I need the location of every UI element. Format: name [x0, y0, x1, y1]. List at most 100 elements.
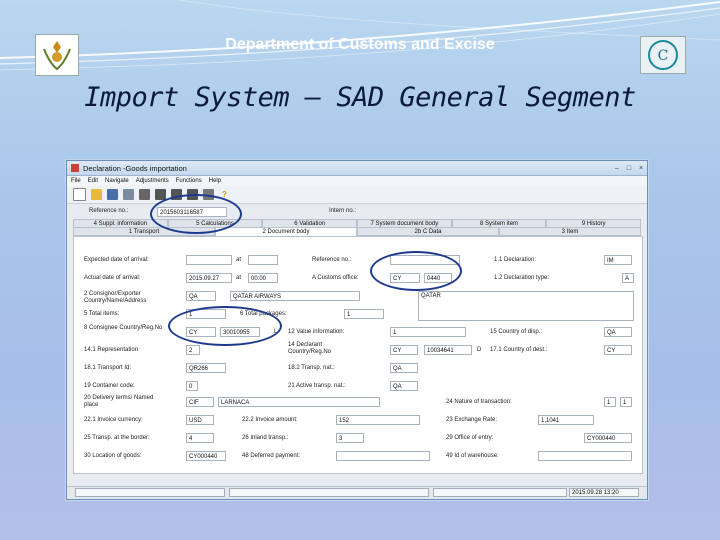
window-titlebar: Declaration -Goods importation – □ ×: [67, 161, 647, 176]
declarant-country-field[interactable]: CY: [390, 345, 418, 355]
consignor-address-field[interactable]: QATAR: [418, 291, 634, 321]
menu-file[interactable]: File: [71, 178, 81, 184]
value-info-label: 12 Value information:: [288, 329, 345, 335]
department-title: Department of Customs and Excise: [225, 36, 495, 53]
transport-nat-field[interactable]: QA: [390, 363, 418, 373]
status-cell-1: [75, 488, 225, 497]
invoice-currency-label: 22.1 Invoice currency:: [84, 417, 143, 423]
open-folder-icon[interactable]: [91, 189, 102, 200]
declaration-type-label: 1.2 Declaration type:: [494, 275, 550, 281]
slide-title: Import System – SAD General Segment: [84, 82, 636, 113]
actual-arrival-date-field[interactable]: 2015.09.27: [186, 273, 232, 283]
declaration-field[interactable]: IM: [604, 255, 632, 265]
transp-border-field[interactable]: 4: [186, 433, 214, 443]
minimize-icon[interactable]: –: [611, 165, 623, 172]
primary-tabs: 1 Transport 2 Document body 2b C Data 3 …: [73, 227, 641, 236]
new-document-icon[interactable]: [73, 188, 86, 201]
country-disp-label: 15 Country of disp.:: [490, 329, 543, 335]
actual-arrival-label: Actual date of arrival:: [84, 275, 141, 281]
app-icon: [71, 164, 79, 172]
svg-text:C: C: [658, 48, 669, 64]
tab-validation[interactable]: 6 Validation: [262, 219, 358, 227]
nature-transaction-field-2[interactable]: 1: [620, 397, 632, 407]
window-title: Declaration -Goods importation: [83, 163, 187, 173]
menu-edit[interactable]: Edit: [88, 178, 98, 184]
highlight-oval-reference: [150, 194, 242, 234]
customs-office-label: A Customs office:: [312, 275, 359, 281]
container-label: 19 Container code:: [84, 383, 135, 389]
declaration-type-field[interactable]: A: [622, 273, 634, 283]
country-dest-label: 17.1 Country of dest.:: [490, 347, 548, 353]
country-disp-field[interactable]: QA: [604, 327, 632, 337]
expected-arrival-date-field[interactable]: [186, 255, 232, 265]
declarant-label: 14 Declarant Country/Reg.No: [288, 342, 332, 355]
transport-id-field[interactable]: QR266: [186, 363, 226, 373]
active-transp-field[interactable]: QA: [390, 381, 418, 391]
reference-label: Reference no.:: [89, 208, 129, 214]
delivery-terms-label: 20 Delivery terms/ Named place: [84, 395, 154, 408]
tab-system-item[interactable]: 8 System item: [451, 219, 547, 227]
declaration-label: 1.1 Declaration:: [494, 257, 537, 263]
invoice-currency-field[interactable]: USD: [186, 415, 214, 425]
total-packages-field[interactable]: 1: [344, 309, 384, 319]
actual-arrival-time-field[interactable]: 00:00: [248, 273, 278, 283]
at-label-2: at: [236, 275, 242, 281]
invoice-amount-field[interactable]: 152: [336, 415, 420, 425]
save-as-icon[interactable]: [123, 189, 134, 200]
value-info-field[interactable]: 1: [390, 327, 466, 337]
menu-functions[interactable]: Functions: [176, 178, 202, 184]
country-dest-field[interactable]: CY: [604, 345, 632, 355]
save-icon[interactable]: [107, 189, 118, 200]
nature-transaction-field-1[interactable]: 1: [604, 397, 616, 407]
status-cell-3: [433, 488, 567, 497]
transport-nat-label: 18.2 Transp. nat.:: [288, 365, 335, 371]
delivery-terms-place-field[interactable]: LARNACA: [218, 397, 380, 407]
highlight-oval-customs-office: [370, 251, 462, 291]
declarant-regno-field[interactable]: 10034641: [424, 345, 472, 355]
consignor-name-field[interactable]: QATAR AIRWAYS: [230, 291, 360, 301]
office-entry-label: 29 Office of entry:: [446, 435, 494, 441]
status-datetime: 2015.09.28 13:20: [569, 488, 639, 497]
menu-help[interactable]: Help: [209, 178, 221, 184]
print-icon[interactable]: [139, 189, 150, 200]
transport-id-label: 18.1 Transport Id:: [84, 365, 132, 371]
customs-logo: C: [640, 36, 686, 74]
consignee-label: 8 Consignee Country/Reg.No: [84, 325, 163, 331]
inland-transp-field[interactable]: 3: [336, 433, 364, 443]
tab-history[interactable]: 9 History: [546, 219, 642, 227]
active-transp-label: 21 Active transp. nat.:: [288, 383, 346, 389]
highlight-oval-consignee: [168, 306, 282, 346]
deferred-payment-label: 48 Deferred payment:: [242, 453, 301, 459]
exchange-rate-field[interactable]: 1,1041: [538, 415, 594, 425]
status-bar: 2015.09.28 13:20: [67, 486, 647, 499]
location-goods-label: 30 Location of goods:: [84, 453, 142, 459]
menu-navigate[interactable]: Navigate: [105, 178, 129, 184]
maximize-icon[interactable]: □: [623, 165, 635, 172]
menu-adjustments[interactable]: Adjustments: [136, 178, 169, 184]
tab-system-document-body[interactable]: 7 System document body: [357, 219, 452, 227]
nature-transaction-label: 24 Nature of transaction:: [446, 399, 512, 405]
expected-arrival-label: Expected date of arrival:: [84, 257, 149, 263]
transp-border-label: 25 Transp. at the border:: [84, 435, 150, 441]
document-body-form: Expected date of arrival: at Reference n…: [73, 236, 643, 474]
office-entry-field[interactable]: CY000440: [584, 433, 632, 443]
total-items-label: 5 Total items:: [84, 311, 120, 317]
expected-arrival-time-field[interactable]: [248, 255, 278, 265]
deferred-payment-field[interactable]: [336, 451, 430, 461]
location-goods-field[interactable]: CY000440: [186, 451, 226, 461]
consignor-country-field[interactable]: QA: [186, 291, 216, 301]
reference-no-label: Reference no.:: [312, 257, 352, 263]
at-label-1: at: [236, 257, 242, 263]
intern-label: Intern no.:: [329, 208, 357, 214]
warehouse-label: 49 Id of warehouse:: [446, 453, 499, 459]
container-field[interactable]: 0: [186, 381, 198, 391]
warehouse-field[interactable]: [538, 451, 632, 461]
close-icon[interactable]: ×: [635, 165, 647, 172]
tab-c-data[interactable]: 2b C Data: [357, 227, 499, 236]
delivery-terms-code-field[interactable]: CIF: [186, 397, 214, 407]
representation-field[interactable]: 2: [186, 345, 200, 355]
tab-document-body[interactable]: 2 Document body: [215, 227, 357, 236]
tab-item[interactable]: 3 Item: [499, 227, 641, 236]
declarant-suffix: D: [477, 347, 482, 353]
menu-bar: File Edit Navigate Adjustments Functions…: [67, 176, 647, 186]
